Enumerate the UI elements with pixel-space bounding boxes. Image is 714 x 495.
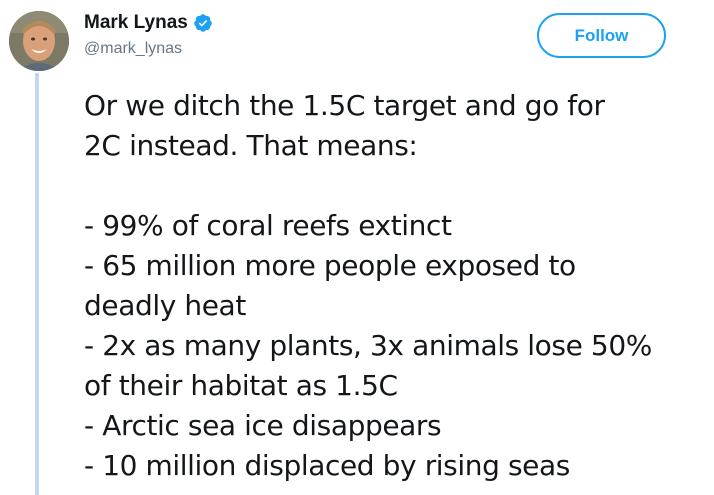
tweet-line: - 2x as many plants, 3x animals lose 50% bbox=[84, 329, 652, 362]
tweet-line: deadly heat bbox=[84, 289, 246, 322]
follow-button[interactable]: Follow bbox=[537, 13, 666, 58]
tweet-line: - Arctic sea ice disappears bbox=[84, 409, 442, 442]
tweet-line: - 99% of coral reefs extinct bbox=[84, 209, 452, 242]
avatar[interactable] bbox=[9, 11, 69, 71]
tweet-line: - 10 million displaced by rising seas bbox=[84, 449, 570, 482]
thread-line bbox=[35, 73, 39, 495]
verified-badge-icon bbox=[193, 13, 213, 33]
tweet-text: Or we ditch the 1.5C target and go for 2… bbox=[84, 86, 709, 486]
author-name-row: Mark Lynas bbox=[84, 12, 213, 34]
author-name[interactable]: Mark Lynas bbox=[84, 12, 188, 34]
author-handle[interactable]: @mark_lynas bbox=[84, 40, 182, 58]
tweet-line: - 65 million more people exposed to bbox=[84, 249, 576, 282]
tweet-line: Or we ditch the 1.5C target and go for bbox=[84, 89, 605, 122]
tweet-line: of their habitat as 1.5C bbox=[84, 369, 398, 402]
avatar-photo bbox=[9, 11, 69, 71]
tweet-line: 2C instead. That means: bbox=[84, 129, 418, 162]
